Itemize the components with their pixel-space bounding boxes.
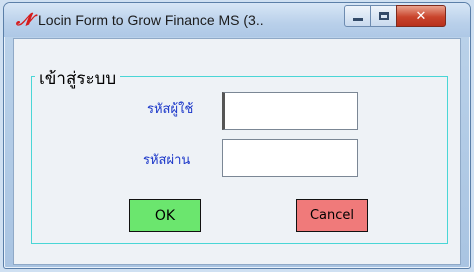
close-button[interactable]: ✕ [396,5,446,27]
login-window: 𝓝 Locin Form to Grow Finance MS (3.. ✕ เ… [3,2,471,269]
cancel-button[interactable]: Cancel [296,199,368,232]
password-input[interactable] [222,139,358,177]
form-body: เข้าสู่ระบบ รหัสผู้ใช้ รหัสผ่าน OK Cance… [13,38,461,265]
username-input[interactable] [222,92,358,130]
groupbox-title: เข้าสู่ระบบ [35,65,121,92]
maximize-icon [379,12,389,20]
password-label: รหัสผ่าน [143,153,191,168]
minimize-button[interactable] [344,5,372,27]
ok-button[interactable]: OK [129,199,201,232]
close-icon: ✕ [415,8,427,24]
username-label: รหัสผู้ใช้ [147,102,194,117]
maximize-button[interactable] [370,5,398,27]
title-bar[interactable]: 𝓝 Locin Form to Grow Finance MS (3.. ✕ [4,3,470,37]
app-logo-icon: 𝓝 [16,10,33,30]
minimize-icon [353,17,363,21]
window-title: Locin Form to Grow Finance MS (3.. [38,12,264,28]
